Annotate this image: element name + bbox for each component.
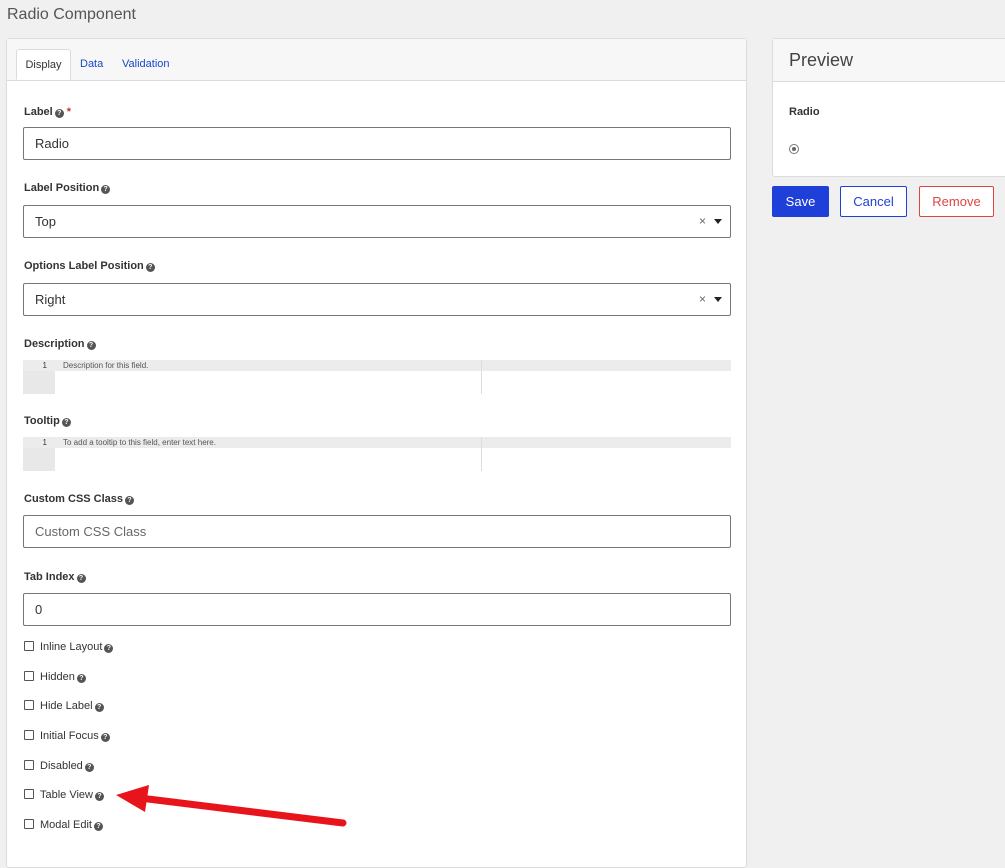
options-label-position-select[interactable]: Right × (23, 283, 731, 316)
initial-focus-checkbox[interactable]: Initial Focus? (24, 730, 110, 743)
editor-placeholder: Description for this field. (63, 361, 149, 370)
save-button[interactable]: Save (772, 186, 829, 217)
preview-panel: Preview Radio (772, 38, 1005, 177)
tab-data[interactable]: Data (80, 49, 103, 80)
question-circle-icon[interactable]: ? (95, 792, 104, 801)
editor-divider (481, 437, 482, 471)
question-circle-icon[interactable]: ? (101, 185, 111, 194)
checkbox[interactable] (24, 671, 34, 681)
question-circle-icon[interactable]: ? (84, 763, 94, 772)
checkbox[interactable] (24, 641, 34, 651)
tooltip-editor[interactable]: 1 To add a tooltip to this field, enter … (23, 437, 731, 471)
question-circle-icon[interactable]: ? (86, 341, 96, 350)
remove-button[interactable]: Remove (919, 186, 994, 217)
question-circle-icon[interactable]: ? (94, 703, 104, 712)
checkbox[interactable] (24, 730, 34, 740)
settings-card: Display Data Validation Label?* Label Po… (6, 38, 747, 868)
question-circle-icon[interactable]: ? (104, 644, 114, 653)
custom-css-input[interactable] (23, 515, 731, 548)
label-field-label: Label? * (24, 106, 72, 118)
custom-css-label: Custom CSS Class? (24, 493, 135, 505)
checkbox[interactable] (24, 760, 34, 770)
preview-field-label: Radio (789, 106, 820, 118)
question-circle-icon[interactable]: ? (100, 733, 110, 742)
options-label-position-label: Options Label Position? (24, 260, 155, 272)
question-circle-icon[interactable]: ? (54, 109, 64, 118)
line-number: 1 (42, 438, 47, 447)
cancel-button[interactable]: Cancel (840, 186, 907, 217)
description-editor[interactable]: 1 Description for this field. (23, 360, 731, 394)
tab-bar: Display Data Validation (7, 39, 746, 81)
tab-validation[interactable]: Validation (122, 49, 170, 80)
editor-divider (481, 360, 482, 394)
question-circle-icon[interactable]: ? (61, 418, 71, 427)
preview-title: Preview (773, 39, 1005, 82)
label-position-label: Label Position? (24, 182, 111, 194)
caret-down-icon[interactable] (714, 219, 722, 224)
question-circle-icon[interactable]: ? (125, 496, 135, 505)
inline-layout-checkbox[interactable]: Inline Layout? (24, 641, 114, 654)
editor-placeholder: To add a tooltip to this field, enter te… (63, 438, 216, 447)
question-circle-icon[interactable]: ? (76, 674, 86, 683)
required-mark: * (66, 106, 72, 118)
page-title: Radio Component (7, 6, 136, 23)
label-input[interactable] (23, 127, 731, 160)
description-label: Description? (24, 338, 96, 350)
hidden-checkbox[interactable]: Hidden? (24, 671, 86, 684)
line-number: 1 (42, 361, 47, 370)
checkbox[interactable] (24, 700, 34, 710)
clear-icon[interactable]: × (699, 284, 706, 315)
preview-radio-button[interactable] (789, 144, 799, 154)
disabled-checkbox[interactable]: Disabled? (24, 760, 94, 773)
tab-display[interactable]: Display (16, 49, 71, 80)
tab-index-label: Tab Index? (24, 571, 86, 583)
modal-edit-checkbox[interactable]: Modal Edit? (24, 819, 103, 832)
tab-index-input[interactable] (23, 593, 731, 626)
question-circle-icon[interactable]: ? (93, 822, 103, 831)
question-circle-icon[interactable]: ? (145, 263, 155, 272)
checkbox[interactable] (24, 789, 34, 799)
caret-down-icon[interactable] (714, 297, 722, 302)
tooltip-label: Tooltip? (24, 415, 71, 427)
question-circle-icon[interactable]: ? (76, 574, 86, 583)
hide-label-checkbox[interactable]: Hide Label? (24, 700, 104, 713)
checkbox[interactable] (24, 819, 34, 829)
label-position-select[interactable]: Top × (23, 205, 731, 238)
table-view-checkbox[interactable]: Table View? (24, 789, 104, 802)
clear-icon[interactable]: × (699, 206, 706, 237)
